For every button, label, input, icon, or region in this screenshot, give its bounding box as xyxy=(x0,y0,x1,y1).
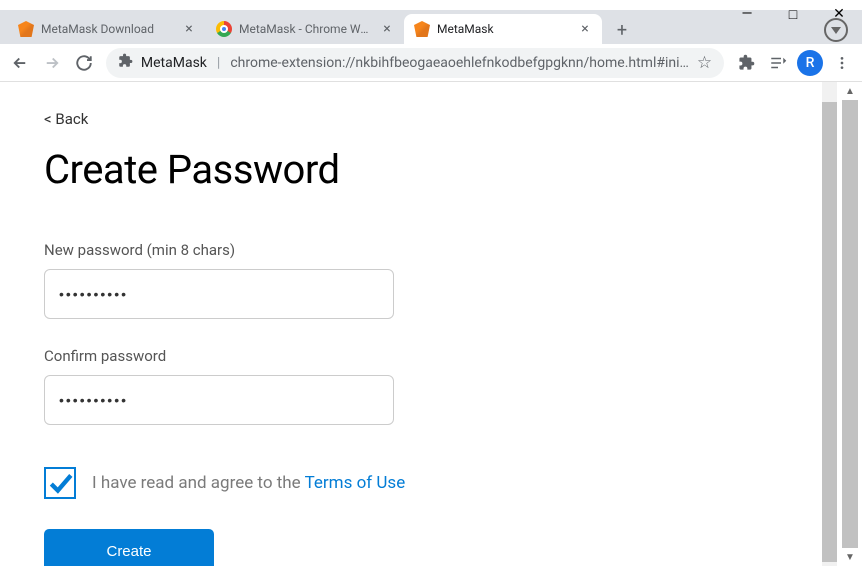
scroll-down-icon[interactable]: ▼ xyxy=(838,548,862,566)
page-title: Create Password xyxy=(44,146,777,193)
forward-button[interactable] xyxy=(38,47,66,79)
window-maximize[interactable]: □ xyxy=(770,0,816,28)
window-close[interactable]: ✕ xyxy=(816,0,862,28)
new-tab-button[interactable]: + xyxy=(608,16,636,44)
tab-title: MetaMask - Chrome Web xyxy=(239,22,373,36)
inner-scrollbar[interactable] xyxy=(821,82,838,566)
metamask-fox-icon xyxy=(414,21,430,37)
tos-checkbox[interactable] xyxy=(44,467,76,499)
profile-avatar[interactable]: R xyxy=(796,47,824,79)
url-origin: MetaMask xyxy=(141,55,207,71)
confirm-password-label: Confirm password xyxy=(44,347,777,365)
confirm-password-input[interactable] xyxy=(44,375,394,425)
browser-tab[interactable]: MetaMask - Chrome Web × xyxy=(206,14,404,44)
check-icon xyxy=(47,470,73,496)
scroll-up-icon[interactable]: ▲ xyxy=(838,82,862,100)
reading-list-icon[interactable] xyxy=(764,47,792,79)
metamask-fox-icon xyxy=(18,21,34,37)
scrollbar-thumb[interactable] xyxy=(822,102,837,562)
window-controls: — □ ✕ xyxy=(724,0,862,28)
browser-tab[interactable]: MetaMask Download × xyxy=(8,14,206,44)
scrollbar-thumb[interactable] xyxy=(842,100,858,548)
tos-text: I have read and agree to the Terms of Us… xyxy=(92,473,405,493)
browser-tab-active[interactable]: MetaMask × xyxy=(404,14,602,44)
url-path: chrome-extension://nkbihfbeogaeaoehlefnk… xyxy=(230,55,689,71)
back-link[interactable]: < Back xyxy=(44,110,777,128)
close-icon[interactable]: × xyxy=(380,22,394,36)
window-minimize[interactable]: — xyxy=(724,0,770,28)
extensions-icon[interactable] xyxy=(732,47,760,79)
browser-toolbar: MetaMask | chrome-extension://nkbihfbeog… xyxy=(0,44,862,82)
chrome-store-icon xyxy=(216,21,232,37)
extension-icon xyxy=(118,53,133,72)
tab-title: MetaMask xyxy=(437,22,571,36)
star-icon[interactable]: ☆ xyxy=(697,53,712,73)
tab-title: MetaMask Download xyxy=(41,22,175,36)
back-button[interactable] xyxy=(6,47,34,79)
kebab-menu-icon[interactable] xyxy=(828,47,856,79)
outer-scrollbar[interactable]: ▲ ▼ xyxy=(838,82,862,566)
address-bar[interactable]: MetaMask | chrome-extension://nkbihfbeog… xyxy=(106,48,724,78)
tos-link[interactable]: Terms of Use xyxy=(305,473,406,493)
page-content: < Back Create Password New password (min… xyxy=(0,82,821,566)
reload-button[interactable] xyxy=(70,47,98,79)
close-icon[interactable]: × xyxy=(182,22,196,36)
new-password-input[interactable] xyxy=(44,269,394,319)
create-button[interactable]: Create xyxy=(44,529,214,566)
new-password-label: New password (min 8 chars) xyxy=(44,241,777,259)
close-icon[interactable]: × xyxy=(578,22,592,36)
